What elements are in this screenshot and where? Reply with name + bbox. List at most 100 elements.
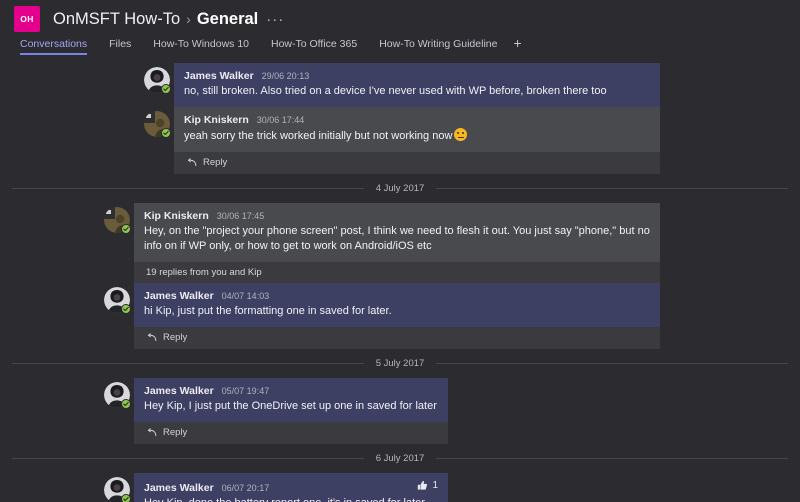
message-text: hi Kip, just put the formatting one in s… bbox=[144, 305, 392, 317]
tab-conversations[interactable]: Conversations bbox=[20, 38, 88, 55]
divider-line-right bbox=[436, 363, 788, 364]
message-text-content: yeah sorry the trick worked initially bu… bbox=[184, 130, 453, 142]
message-timestamp: 04/07 14:03 bbox=[221, 291, 270, 301]
add-tab-button[interactable]: + bbox=[513, 36, 521, 50]
reply-arrow-icon bbox=[187, 158, 197, 167]
avatar-column-spacer bbox=[140, 152, 174, 156]
message-timestamp: 30/06 17:45 bbox=[216, 211, 265, 221]
message-bubble: James Walker 05/07 19:47 Hey Kip, I just… bbox=[134, 378, 448, 422]
message-meta: Kip Kniskern 30/06 17:45 bbox=[144, 210, 650, 222]
message-text: no, still broken. Also tried on a device… bbox=[184, 85, 607, 97]
presence-available-icon bbox=[121, 304, 131, 314]
message-item[interactable]: Kip Kniskern 30/06 17:44 yeah sorry the … bbox=[140, 107, 660, 152]
message-author[interactable]: James Walker bbox=[144, 482, 214, 494]
message-timestamp: 30/06 17:44 bbox=[256, 115, 305, 125]
message-bubble: Kip Kniskern 30/06 17:44 yeah sorry the … bbox=[174, 107, 660, 152]
message-item[interactable]: Kip Kniskern 30/06 17:45 Hey, on the "pr… bbox=[100, 203, 660, 262]
tab-files[interactable]: Files bbox=[109, 38, 131, 55]
divider-line-right bbox=[436, 188, 788, 189]
presence-available-icon bbox=[121, 399, 131, 409]
conversation-thread-top: James Walker 29/06 20:13 no, still broke… bbox=[0, 63, 800, 174]
conversation-list[interactable]: James Walker 29/06 20:13 no, still broke… bbox=[0, 63, 800, 502]
message-author[interactable]: James Walker bbox=[144, 385, 214, 397]
date-divider-label: 5 July 2017 bbox=[375, 358, 425, 369]
avatar-column-spacer bbox=[100, 327, 134, 331]
reply-label: Reply bbox=[163, 427, 188, 438]
thread-replies-row[interactable]: 19 replies from you and Kip bbox=[100, 262, 660, 283]
presence-available-icon bbox=[121, 494, 131, 502]
tab-how-to-office-365[interactable]: How-To Office 365 bbox=[271, 38, 357, 55]
message-text: Hey, on the "project your phone screen" … bbox=[144, 225, 650, 252]
reply-row[interactable]: Reply bbox=[100, 422, 448, 444]
james-walker-avatar[interactable] bbox=[104, 382, 131, 409]
reaction-badge[interactable]: 1 bbox=[407, 480, 438, 491]
team-avatar: OH bbox=[14, 6, 40, 32]
message-item[interactable]: James Walker 29/06 20:13 no, still broke… bbox=[140, 63, 660, 107]
breadcrumb: OnMSFT How-To › General ··· bbox=[53, 10, 284, 29]
message-item[interactable]: James Walker 06/07 20:17 1 Hey Kip, done… bbox=[100, 473, 448, 502]
message-meta: James Walker 05/07 19:47 bbox=[144, 385, 438, 397]
divider-line-left bbox=[12, 188, 364, 189]
james-walker-avatar[interactable] bbox=[104, 287, 131, 314]
breadcrumb-separator-icon: › bbox=[186, 10, 191, 27]
date-divider-label: 4 July 2017 bbox=[375, 183, 425, 194]
divider-line-right bbox=[436, 458, 788, 459]
message-author[interactable]: Kip Kniskern bbox=[184, 114, 249, 126]
avatar-column bbox=[100, 203, 134, 234]
breadcrumb-team-name[interactable]: OnMSFT How-To bbox=[53, 10, 180, 29]
message-meta: James Walker 04/07 14:03 bbox=[144, 290, 650, 302]
message-meta: James Walker 06/07 20:17 1 bbox=[144, 480, 438, 494]
reply-button[interactable]: Reply bbox=[134, 422, 448, 444]
reply-arrow-icon bbox=[147, 333, 157, 342]
date-divider-label: 6 July 2017 bbox=[375, 453, 425, 464]
reply-arrow-icon bbox=[147, 428, 157, 437]
breadcrumb-channel-name[interactable]: General bbox=[197, 10, 258, 29]
message-timestamp: 05/07 19:47 bbox=[221, 386, 270, 396]
avatar-column bbox=[100, 283, 134, 314]
kip-kniskern-avatar[interactable] bbox=[104, 207, 131, 234]
message-timestamp: 06/07 20:17 bbox=[221, 483, 270, 493]
message-text: Hey Kip, I just put the OneDrive set up … bbox=[144, 400, 437, 412]
avatar-column bbox=[140, 107, 174, 138]
presence-available-icon bbox=[161, 84, 171, 94]
neutral-face-emoji-icon bbox=[454, 128, 468, 141]
channel-more-options-icon[interactable]: ··· bbox=[266, 12, 284, 27]
james-walker-avatar[interactable] bbox=[144, 67, 171, 94]
presence-available-icon bbox=[161, 128, 171, 138]
message-meta: James Walker 29/06 20:13 bbox=[184, 70, 650, 82]
divider-line-left bbox=[12, 458, 364, 459]
message-meta: Kip Kniskern 30/06 17:44 bbox=[184, 114, 650, 126]
message-item[interactable]: James Walker 05/07 19:47 Hey Kip, I just… bbox=[100, 378, 448, 422]
message-author[interactable]: James Walker bbox=[144, 290, 214, 302]
channel-header: OH OnMSFT How-To › General ··· bbox=[0, 0, 800, 38]
james-walker-avatar[interactable] bbox=[104, 477, 131, 502]
date-divider: 4 July 2017 bbox=[0, 183, 800, 194]
divider-line-left bbox=[12, 363, 364, 364]
message-item[interactable]: James Walker 04/07 14:03 hi Kip, just pu… bbox=[100, 283, 660, 327]
presence-available-icon bbox=[121, 224, 131, 234]
conversation-thread-july-5: James Walker 05/07 19:47 Hey Kip, I just… bbox=[0, 378, 800, 444]
message-bubble: James Walker 06/07 20:17 1 Hey Kip, done… bbox=[134, 473, 448, 502]
message-bubble: Kip Kniskern 30/06 17:45 Hey, on the "pr… bbox=[134, 203, 660, 262]
message-text: Hey Kip, done the battery report one, it… bbox=[144, 496, 438, 502]
reply-label: Reply bbox=[163, 332, 188, 343]
tab-how-to-windows-10[interactable]: How-To Windows 10 bbox=[153, 38, 249, 55]
reply-button[interactable]: Reply bbox=[134, 327, 660, 349]
message-author[interactable]: Kip Kniskern bbox=[144, 210, 209, 222]
tab-how-to-writing-guideline[interactable]: How-To Writing Guideline bbox=[379, 38, 497, 55]
date-divider: 6 July 2017 bbox=[0, 453, 800, 464]
conversation-thread-july-4: Kip Kniskern 30/06 17:45 Hey, on the "pr… bbox=[0, 203, 800, 349]
avatar-column bbox=[100, 473, 134, 502]
avatar-column-spacer bbox=[100, 262, 134, 266]
message-bubble: James Walker 29/06 20:13 no, still broke… bbox=[174, 63, 660, 107]
thread-replies-summary[interactable]: 19 replies from you and Kip bbox=[134, 262, 660, 283]
message-bubble: James Walker 04/07 14:03 hi Kip, just pu… bbox=[134, 283, 660, 327]
kip-kniskern-avatar[interactable] bbox=[144, 111, 171, 138]
message-author[interactable]: James Walker bbox=[184, 70, 254, 82]
reply-button[interactable]: Reply bbox=[174, 152, 660, 174]
reaction-count: 1 bbox=[432, 480, 438, 491]
avatar-column bbox=[140, 63, 174, 94]
reply-row[interactable]: Reply bbox=[140, 152, 660, 174]
thumbs-up-icon bbox=[418, 480, 428, 490]
reply-row[interactable]: Reply bbox=[100, 327, 660, 349]
